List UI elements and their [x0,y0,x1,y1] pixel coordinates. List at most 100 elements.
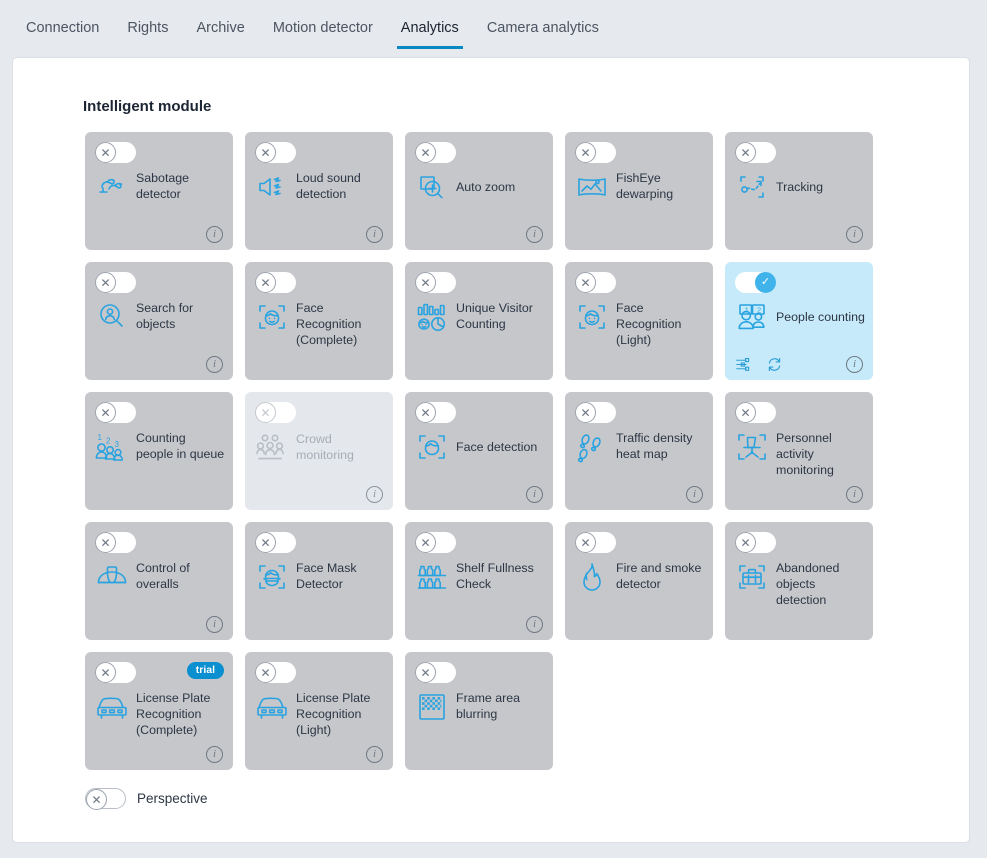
perspective-label: Perspective [137,791,208,806]
settings-icon[interactable] [735,356,752,373]
module-toggle[interactable]: ✕ [255,532,296,553]
module-card[interactable]: ✕ Unique Visitor Counting [405,262,553,380]
module-toggle[interactable]: ✕ [575,272,616,293]
info-icon[interactable]: i [366,226,383,243]
module-card[interactable]: ✕ Traffic density heat map i [565,392,713,510]
module-card[interactable]: ✕ Auto zoom i [405,132,553,250]
info-icon[interactable]: i [206,616,223,633]
info-icon[interactable]: i [686,486,703,503]
info-icon[interactable]: i [526,616,543,633]
module-label: FishEye dewarping [616,171,674,201]
module-toggle[interactable]: ✕ [575,402,616,423]
info-icon[interactable]: i [846,356,863,373]
tab-connection[interactable]: Connection [12,18,113,49]
info-icon[interactable]: i [366,486,383,503]
module-actions: i [95,226,223,243]
module-actions: i [415,226,543,243]
module-card[interactable]: ✕ Face Mask Detector [245,522,393,640]
module-toggle[interactable]: ✕ [575,532,616,553]
module-toggle[interactable]: ✓ [735,272,776,293]
module-body: 1 2 3 Counting people in queue [95,430,225,464]
module-card[interactable]: ✕ Face Recognition (Light) [565,262,713,380]
tab-archive[interactable]: Archive [182,18,258,49]
module-toggle[interactable]: ✕ [95,402,136,423]
module-toggle[interactable]: ✕ [575,142,616,163]
module-label: People counting [776,310,865,324]
module-label: Control of overalls [136,561,190,591]
module-card[interactable]: ✕ FishEye dewarping [565,132,713,250]
module-toggle[interactable]: ✕ [95,662,136,683]
module-body: Fire and smoke detector [575,560,705,594]
module-toggle[interactable]: ✕ [415,272,456,293]
module-toggle-knob: ✕ [575,532,596,553]
module-label: Tracking [776,180,824,194]
module-actions: i [95,356,223,373]
module-actions: i [415,616,543,633]
module-label: Auto zoom [456,180,516,194]
module-toggle[interactable]: ✕ [255,272,296,293]
tab-camera-analytics[interactable]: Camera analytics [473,18,613,49]
module-body: 1 2 People counting [735,300,865,334]
info-icon[interactable]: i [366,746,383,763]
module-toggle[interactable]: ✕ [255,402,296,423]
module-toggle[interactable]: ✕ [255,142,296,163]
refresh-icon[interactable] [766,356,783,373]
module-card[interactable]: ✕ Abandoned objects detection [725,522,873,640]
module-toggle[interactable]: ✕ [415,142,456,163]
module-card[interactable]: ✕ Tracking i [725,132,873,250]
module-toggle[interactable]: ✕ [95,272,136,293]
module-toggle[interactable]: ✕ [255,662,296,683]
module-toggle[interactable]: ✕ [95,532,136,553]
module-toggle[interactable]: ✕ [735,142,776,163]
info-icon[interactable]: i [526,486,543,503]
module-card[interactable]: ✕ Control of overalls i [85,522,233,640]
perspective-toggle[interactable]: ✕ [85,788,126,810]
module-toggle-knob: ✕ [415,662,436,683]
module-toggle[interactable]: ✕ [95,142,136,163]
module-body: Face Recognition (Light) [575,300,705,348]
info-icon[interactable]: i [206,356,223,373]
info-icon[interactable]: i [206,746,223,763]
module-toggle[interactable]: ✕ [415,402,456,423]
counting-people-queue-icon: 1 2 3 [95,430,129,464]
info-icon[interactable]: i [846,226,863,243]
svg-text:2: 2 [106,437,111,446]
tab-rights[interactable]: Rights [113,18,182,49]
tab-analytics[interactable]: Analytics [387,18,473,49]
module-card[interactable]: ✕ trial License Plate Recognition (Compl… [85,652,233,770]
module-card[interactable]: ✕ 1 2 3 Counting people in queue [85,392,233,510]
module-card[interactable]: ✕ License Plate Recognition (Light) i [245,652,393,770]
module-card[interactable]: ✕ Loud sound detection i [245,132,393,250]
info-icon[interactable]: i [846,486,863,503]
abandoned-object-icon [735,560,769,594]
module-toggle[interactable]: ✕ [735,532,776,553]
office-chair-icon [735,430,769,464]
perspective-toggle-knob: ✕ [86,789,107,810]
module-toggle[interactable]: ✕ [735,402,776,423]
module-card[interactable]: ✓ 1 2 People counting i [725,262,873,380]
module-body: Traffic density heat map [575,430,705,464]
module-card[interactable]: ✕ Personnel activity monitoring i [725,392,873,510]
intelligent-module-grid: ✕ Sabotage detector i ✕ Loud sound detec… [85,132,885,770]
module-card[interactable]: ✕ Face detection i [405,392,553,510]
module-label: Loud sound detection [296,171,361,201]
module-card[interactable]: ✕ Frame area blurring [405,652,553,770]
module-card[interactable]: ✕ Crowd monitoring i [245,392,393,510]
module-toggle[interactable]: ✕ [415,532,456,553]
module-toggle-knob: ✕ [415,402,436,423]
module-body: FishEye dewarping [575,170,705,204]
module-card[interactable]: ✕ Search for objects i [85,262,233,380]
info-icon[interactable]: i [526,226,543,243]
module-card[interactable]: ✕ Sabotage detector i [85,132,233,250]
module-toggle-knob: ✕ [575,402,596,423]
module-label: Search for objects [136,301,194,331]
info-icon[interactable]: i [206,226,223,243]
face-mask-icon [255,560,289,594]
tab-motion-detector[interactable]: Motion detector [259,18,387,49]
module-toggle-knob: ✕ [415,272,436,293]
face-recognition-icon [575,300,609,334]
module-card[interactable]: ✕ Face Recognition (Complete) [245,262,393,380]
module-toggle[interactable]: ✕ [415,662,456,683]
module-card[interactable]: ✕ Fire and smoke detector [565,522,713,640]
module-card[interactable]: ✕ Shelf Fullness Check i [405,522,553,640]
